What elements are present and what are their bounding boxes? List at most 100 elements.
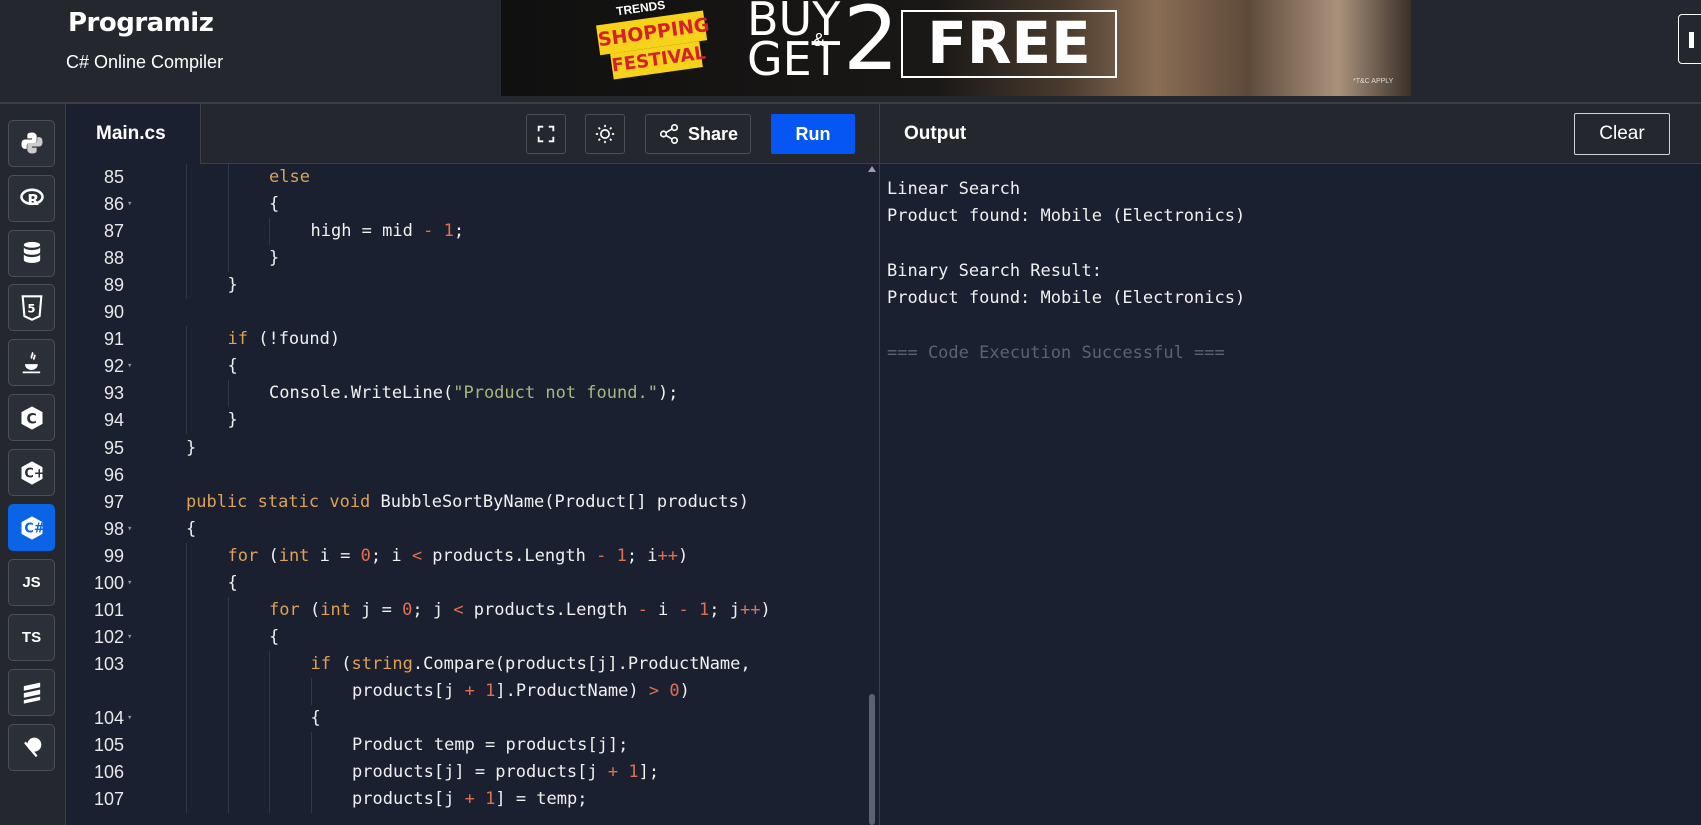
language-cpp[interactable]: C+	[8, 449, 55, 497]
language-swift[interactable]	[8, 668, 55, 716]
code-text: {	[269, 626, 280, 647]
code-text: products[j + 1] = temp;	[352, 789, 588, 810]
code-line[interactable]: 104 ▾ {	[66, 705, 866, 732]
code-line[interactable]: 107 products[j + 1] = temp;	[66, 786, 866, 814]
indent-guide	[186, 407, 187, 435]
indent-guide	[269, 786, 270, 814]
ad-banner[interactable]: TRENDS SHOPPING FESTIVAL BUY & GET 2 FRE…	[501, 0, 1411, 96]
code-text: products[j + 1].ProductName) > 0)	[352, 680, 690, 701]
file-tab-main[interactable]: Main.cs	[66, 104, 201, 164]
code-line[interactable]: 90	[66, 299, 866, 326]
indent-guide	[310, 732, 312, 760]
indent-guide	[186, 596, 187, 624]
line-number: 96	[103, 464, 124, 485]
header-menu-button[interactable]	[1678, 14, 1701, 64]
code-text: Console.WriteLine("Product not found.");	[269, 383, 679, 404]
scroll-up-arrow-icon[interactable]	[868, 166, 876, 172]
language-typescript[interactable]: TS	[8, 613, 55, 661]
code-line[interactable]: 101 for (int j = 0; j < products.Length -…	[66, 596, 866, 624]
svg-text:C+: C+	[24, 466, 44, 481]
code-line[interactable]: 98 ▾ {	[66, 516, 866, 543]
language-csharp[interactable]: C#	[8, 504, 55, 551]
line-number: 95	[103, 437, 124, 458]
line-number: 106	[93, 762, 124, 783]
language-go[interactable]	[8, 723, 55, 771]
line-number: 102	[93, 626, 124, 647]
code-line[interactable]: 86 ▾ {	[66, 191, 866, 219]
line-number: 103	[93, 653, 124, 674]
code-text: {	[186, 518, 197, 539]
code-editor[interactable]: 85 else 86 ▾{87 high = mid - 1; 88} 89} 90 91 if …	[66, 164, 879, 825]
indent-guide	[227, 650, 229, 678]
fold-arrow-icon[interactable]: ▾	[127, 624, 132, 651]
indent-guide	[310, 759, 312, 787]
indent-guide	[269, 705, 270, 732]
code-line[interactable]: 94}	[66, 407, 866, 435]
banner-free-text: FREE	[901, 10, 1117, 78]
code-line[interactable]: 95}	[66, 435, 866, 462]
html5-icon: 5	[21, 295, 42, 321]
indent-guide	[227, 677, 229, 705]
code-text: }	[269, 248, 280, 269]
language-javascript[interactable]: JS	[8, 558, 55, 606]
indent-guide	[269, 677, 270, 705]
code-line[interactable]: 96	[66, 462, 866, 489]
editor-scrollbar-thumb[interactable]	[869, 694, 875, 825]
indent-guide	[186, 245, 187, 273]
code-line[interactable]: products[j + 1].ProductName) > 0)	[66, 677, 866, 705]
code-line[interactable]: 87 high = mid - 1;	[66, 218, 866, 246]
code-line[interactable]: 103 if (string.Compare(products[j].Produc…	[66, 650, 866, 678]
fold-arrow-icon[interactable]: ▾	[127, 705, 132, 732]
fullscreen-icon	[537, 125, 555, 143]
line-number: 97	[103, 491, 124, 512]
output-line: Product found: Mobile (Electronics)	[887, 206, 1246, 227]
fold-arrow-icon[interactable]: ▾	[127, 353, 132, 380]
fold-arrow-icon[interactable]: ▾	[127, 516, 132, 543]
indent-guide	[227, 596, 229, 624]
code-line[interactable]: 93 Console.WriteLine("Product not found."…	[66, 380, 866, 408]
line-number: 99	[103, 545, 124, 566]
javascript-icon: JS	[22, 573, 41, 591]
share-button[interactable]: Share	[645, 114, 751, 154]
banner-get-text: GET	[747, 32, 840, 86]
code-line[interactable]: 99 for (int i = 0; i < products.Length - …	[66, 542, 866, 570]
language-java[interactable]	[8, 339, 55, 387]
line-number: 91	[103, 329, 124, 350]
indent-guide	[269, 759, 270, 787]
page-subtitle: C# Online Compiler	[66, 52, 224, 72]
language-database[interactable]	[8, 229, 55, 277]
indent-guide	[186, 569, 187, 597]
language-r[interactable]: R	[8, 174, 55, 222]
indent-guide	[186, 759, 187, 787]
fold-arrow-icon[interactable]: ▾	[127, 191, 132, 218]
code-line[interactable]: 106 products[j] = products[j + 1];	[66, 759, 866, 787]
code-line[interactable]: 100 ▾ {	[66, 569, 866, 597]
language-python[interactable]	[8, 119, 55, 167]
language-html5[interactable]: 5	[8, 284, 55, 332]
code-text: {	[310, 708, 321, 728]
run-button[interactable]: Run	[771, 114, 855, 154]
indent-guide	[186, 380, 187, 408]
code-line[interactable]: 89}	[66, 272, 866, 300]
line-number: 86	[103, 194, 124, 215]
theme-toggle-button[interactable]	[585, 114, 625, 154]
line-number: 105	[93, 735, 124, 756]
banner-festival-badge: TRENDS SHOPPING FESTIVAL	[586, 0, 715, 88]
sun-icon	[595, 124, 615, 144]
line-number: 98	[103, 518, 124, 539]
code-line[interactable]: 102 ▾ {	[66, 623, 866, 651]
code-line[interactable]: 97 public static void BubbleSortByName(Pr…	[66, 489, 866, 516]
code-line[interactable]: 85 else	[66, 164, 866, 191]
share-label: Share	[687, 123, 739, 144]
fullscreen-button[interactable]	[526, 114, 566, 154]
code-line[interactable]: 105 Product temp = products[j];	[66, 732, 866, 760]
fold-arrow-icon[interactable]: ▾	[127, 570, 132, 597]
indent-guide	[186, 326, 187, 354]
clear-button[interactable]: Clear	[1574, 113, 1670, 155]
indent-guide	[186, 677, 187, 705]
language-c[interactable]: C	[8, 394, 55, 442]
code-line[interactable]: 91 if (!found)	[66, 326, 866, 354]
programiz-logo[interactable]: Programiz	[68, 8, 214, 38]
code-line[interactable]: 88}	[66, 245, 866, 273]
code-line[interactable]: 92 ▾ {	[66, 353, 866, 381]
